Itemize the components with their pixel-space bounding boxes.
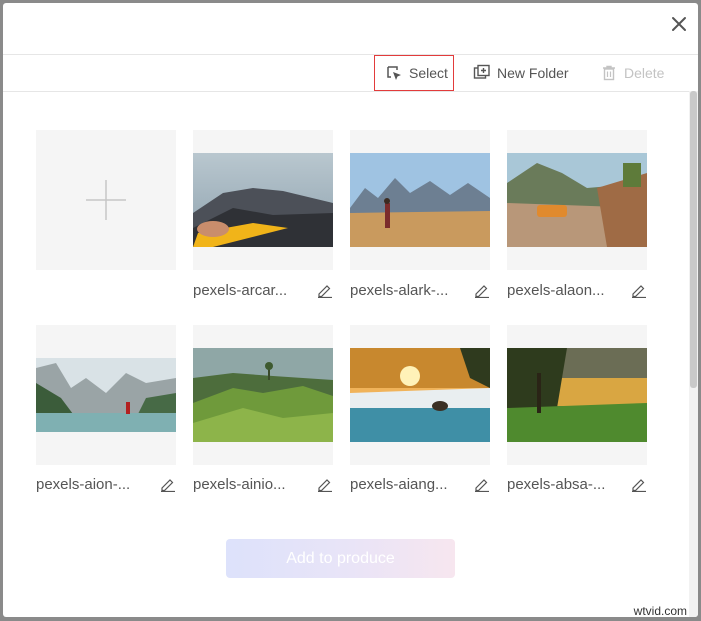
media-item[interactable]: [36, 325, 176, 465]
rename-pencil-icon[interactable]: [474, 282, 490, 298]
media-item[interactable]: [193, 325, 333, 465]
rename-pencil-icon[interactable]: [160, 476, 176, 492]
media-caption: pexels-ainio...: [193, 474, 333, 494]
media-library-dialog: Select New Folder Delete pexels-arcar...…: [3, 3, 698, 617]
scrollbar-thumb[interactable]: [690, 91, 697, 388]
media-name: pexels-aion-...: [36, 475, 131, 493]
cursor-select-icon: [385, 64, 403, 82]
rename-pencil-icon[interactable]: [631, 282, 647, 298]
media-thumbnail: [350, 348, 490, 442]
media-caption: pexels-aion-...: [36, 474, 176, 494]
new-folder-icon: [473, 64, 491, 82]
media-item[interactable]: [350, 325, 490, 465]
select-button[interactable]: Select: [374, 55, 454, 91]
select-label: Select: [409, 65, 448, 81]
trash-icon: [600, 64, 618, 82]
media-toolbar: Select New Folder Delete: [3, 54, 698, 92]
rename-pencil-icon[interactable]: [317, 476, 333, 492]
add-to-produce-button[interactable]: Add to produce: [226, 539, 455, 578]
media-thumbnail: [507, 153, 647, 247]
rename-pencil-icon[interactable]: [474, 476, 490, 492]
delete-label: Delete: [624, 65, 665, 81]
watermark: wtvid.com: [633, 604, 687, 618]
media-item[interactable]: [507, 130, 647, 270]
media-name: pexels-arcar...: [193, 281, 288, 299]
new-folder-button[interactable]: New Folder: [473, 55, 569, 91]
media-item[interactable]: [507, 325, 647, 465]
delete-button[interactable]: Delete: [600, 55, 664, 91]
media-name: pexels-alaon...: [507, 281, 605, 299]
rename-pencil-icon[interactable]: [317, 282, 333, 298]
media-name: pexels-aiang...: [350, 475, 448, 493]
media-name: pexels-absa-...: [507, 475, 606, 493]
plus-icon: [86, 180, 126, 220]
media-caption: pexels-absa-...: [507, 474, 647, 494]
media-caption: pexels-alark-...: [350, 280, 490, 300]
upload-tile[interactable]: [36, 130, 176, 270]
media-name: pexels-alark-...: [350, 281, 449, 299]
media-caption: pexels-arcar...: [193, 280, 333, 300]
media-name: pexels-ainio...: [193, 475, 286, 493]
new-folder-label: New Folder: [497, 65, 569, 81]
media-thumbnail: [507, 348, 647, 442]
rename-pencil-icon[interactable]: [631, 476, 647, 492]
vertical-scrollbar[interactable]: [689, 91, 698, 617]
media-item[interactable]: [350, 130, 490, 270]
media-caption: pexels-aiang...: [350, 474, 490, 494]
media-thumbnail: [350, 153, 490, 247]
close-icon[interactable]: [670, 15, 688, 33]
media-item[interactable]: [193, 130, 333, 270]
media-thumbnail: [193, 153, 333, 247]
media-thumbnail: [36, 358, 176, 432]
media-thumbnail: [193, 348, 333, 442]
media-caption: pexels-alaon...: [507, 280, 647, 300]
